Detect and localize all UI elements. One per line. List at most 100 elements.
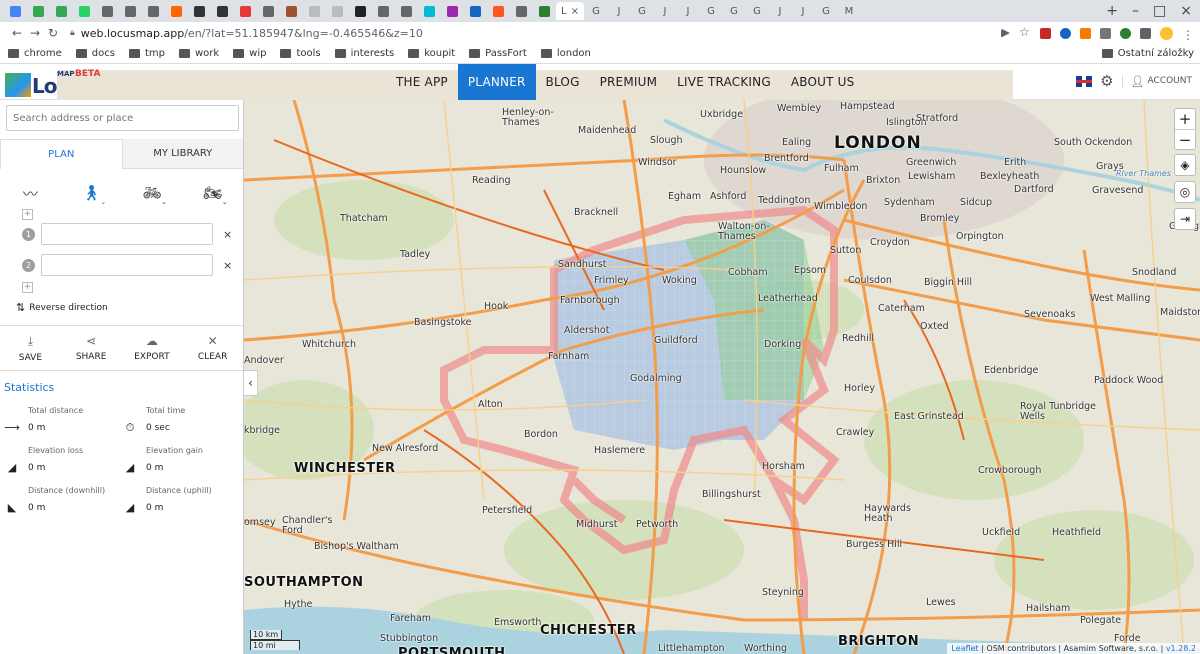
hiking-mode-icon[interactable]: 🚶︎ ⌄ — [76, 184, 107, 206]
browser-tab[interactable] — [533, 2, 555, 20]
send-icon[interactable] — [1001, 28, 1010, 38]
browser-tab[interactable] — [211, 2, 233, 20]
extension-icon[interactable] — [1100, 27, 1111, 39]
collapse-panel-button[interactable]: ‹ — [244, 370, 258, 396]
browser-tab[interactable]: J — [608, 2, 630, 20]
account-button[interactable]: 👤︎ ACCOUNT — [1121, 74, 1192, 88]
layers-icon[interactable]: ◈ — [1174, 154, 1196, 176]
share-button[interactable]: ⋖ SHARE — [66, 334, 116, 370]
bookmark-folder[interactable]: tools — [280, 48, 321, 59]
browser-tab[interactable] — [349, 2, 371, 20]
clear-button[interactable]: ✕ CLEAR — [188, 334, 238, 370]
puzzle-icon[interactable] — [1140, 27, 1151, 39]
browser-tab[interactable] — [395, 2, 417, 20]
menu-item-the-app[interactable]: THE APP — [386, 64, 458, 100]
bookmark-folder[interactable]: tmp — [128, 48, 165, 59]
zoom-out-button[interactable]: − — [1175, 129, 1195, 149]
locus-logo[interactable]: Locus MAP BETA — [5, 69, 1013, 624]
forward-icon[interactable]: → — [26, 26, 44, 40]
leaflet-link[interactable]: Leaflet — [951, 644, 978, 653]
browser-tab[interactable] — [73, 2, 95, 20]
browser-tab[interactable]: G — [585, 2, 607, 20]
menu-item-about-us[interactable]: ABOUT US — [781, 64, 865, 100]
browser-tab[interactable] — [96, 2, 118, 20]
close-icon[interactable]: × — [223, 228, 232, 241]
add-waypoint-icon[interactable]: + — [22, 282, 33, 293]
bookmark-folder[interactable]: koupit — [408, 48, 455, 59]
browser-tab[interactable] — [4, 2, 26, 20]
browser-tab[interactable] — [142, 2, 164, 20]
close-tab-icon[interactable]: × — [571, 6, 579, 17]
menu-item-premium[interactable]: PREMIUM — [590, 64, 668, 100]
map-canvas[interactable]: LONDON WINCHESTER SOUTHAMPTON CHICHESTER BRI… — [244, 100, 1200, 654]
browser-tab[interactable]: J — [769, 2, 791, 20]
browser-tab[interactable]: G — [723, 2, 745, 20]
browser-tab[interactable] — [27, 2, 49, 20]
more-menu-icon[interactable]: ⋮ — [1182, 28, 1194, 42]
browser-tab[interactable]: G — [746, 2, 768, 20]
browser-tab[interactable] — [418, 2, 440, 20]
waypoint-input[interactable] — [41, 254, 213, 276]
close-window-icon[interactable]: × — [1180, 3, 1192, 19]
motorbike-mode-icon[interactable]: 🏍︎ ⌄ — [198, 184, 228, 206]
version-link[interactable]: v1.28.2 — [1166, 644, 1196, 653]
cycling-mode-icon[interactable]: 🚲︎ ⌄ — [137, 184, 167, 206]
minimize-icon[interactable]: – — [1132, 3, 1139, 19]
browser-tab[interactable] — [303, 2, 325, 20]
bookmark-star-icon[interactable]: ☆ — [1019, 26, 1031, 40]
menu-item-planner[interactable]: PLANNER — [457, 64, 536, 100]
export-button[interactable]: ☁ EXPORT — [127, 334, 177, 370]
browser-tab[interactable] — [464, 2, 486, 20]
exit-fullscreen-icon[interactable]: ⇥ — [1174, 208, 1196, 230]
browser-tab[interactable]: M — [838, 2, 860, 20]
menu-item-blog[interactable]: BLOG — [536, 64, 590, 100]
zoom-in-button[interactable]: + — [1175, 109, 1195, 129]
reverse-direction-button[interactable]: ⇅ Reverse direction — [16, 301, 108, 314]
browser-tab[interactable] — [372, 2, 394, 20]
bookmark-other[interactable]: Ostatní záložky — [1101, 48, 1194, 59]
language-flag-icon[interactable] — [1076, 75, 1093, 87]
reload-icon[interactable]: ↻ — [44, 26, 62, 40]
browser-tab[interactable]: G — [815, 2, 837, 20]
locate-icon[interactable]: ◎ — [1174, 181, 1196, 203]
browser-tab[interactable] — [50, 2, 72, 20]
browser-tab[interactable] — [510, 2, 532, 20]
browser-tab[interactable]: J — [792, 2, 814, 20]
extension-icon[interactable] — [1040, 27, 1051, 39]
bookmark-folder[interactable]: chrome — [8, 48, 62, 59]
bookmark-folder[interactable]: work — [178, 48, 219, 59]
browser-tab[interactable]: J — [677, 2, 699, 20]
bookmark-folder[interactable]: london — [540, 48, 591, 59]
extension-icon[interactable] — [1080, 27, 1091, 39]
close-icon[interactable]: × — [223, 259, 232, 272]
browser-tab[interactable] — [188, 2, 210, 20]
new-tab-button[interactable]: + — [1106, 3, 1118, 19]
profile-avatar[interactable] — [1160, 26, 1173, 40]
menu-item-live-tracking[interactable]: LIVE TRACKING — [667, 64, 781, 100]
extension-icon[interactable] — [1060, 27, 1071, 39]
tab-my-library[interactable]: MY LIBRARY — [122, 139, 243, 169]
waypoint-input[interactable] — [41, 223, 213, 245]
bookmark-folder[interactable]: wip — [233, 48, 266, 59]
url-field[interactable]: 🔒︎ web.locusmap.app/en/?lat=51.185947&ln… — [70, 27, 1001, 40]
add-waypoint-icon[interactable]: + — [22, 209, 33, 220]
browser-tab[interactable] — [326, 2, 348, 20]
browser-tab[interactable]: G — [631, 2, 653, 20]
browser-tab[interactable] — [487, 2, 509, 20]
browser-tab[interactable] — [280, 2, 302, 20]
tab-plan[interactable]: PLAN — [0, 139, 123, 169]
search-input[interactable] — [6, 105, 239, 131]
extension-icon[interactable] — [1120, 27, 1131, 39]
bookmark-folder[interactable]: interests — [334, 48, 394, 59]
gear-icon[interactable]: ⚙ — [1100, 72, 1113, 90]
browser-tab[interactable] — [234, 2, 256, 20]
browser-tab[interactable]: J — [654, 2, 676, 20]
back-icon[interactable]: ← — [8, 26, 26, 40]
maximize-icon[interactable]: □ — [1153, 3, 1166, 19]
browser-tab[interactable] — [441, 2, 463, 20]
browser-tab[interactable] — [257, 2, 279, 20]
bookmark-folder[interactable]: docs — [75, 48, 115, 59]
browser-tab[interactable]: G — [700, 2, 722, 20]
browser-tab-active[interactable]: L × — [556, 2, 584, 20]
bookmark-folder[interactable]: PassFort — [469, 48, 527, 59]
